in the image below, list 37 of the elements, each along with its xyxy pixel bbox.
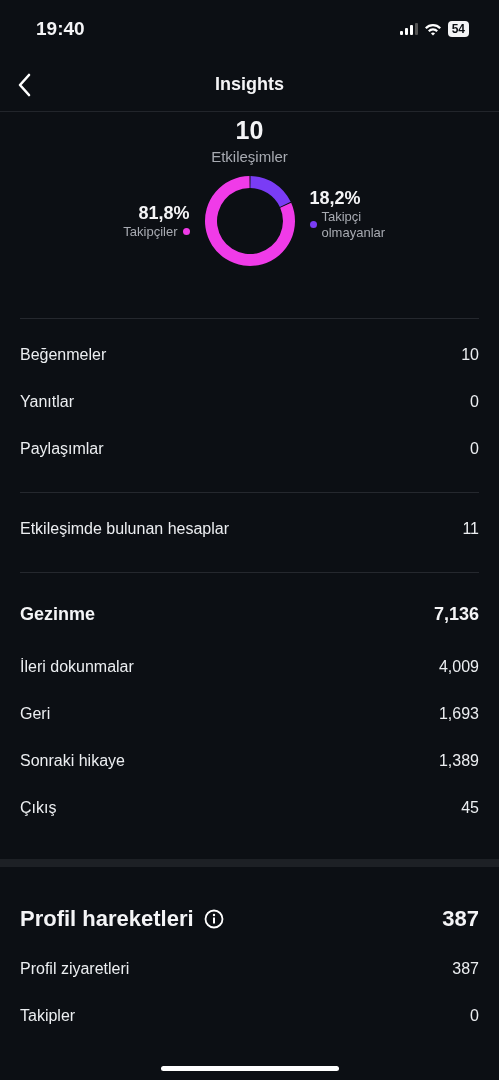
percentage: 81,8%: [138, 202, 190, 224]
metric-label: Sonraki hikaye: [20, 751, 125, 770]
metric-value: 0: [470, 1006, 479, 1025]
metric-label: Etkileşimde bulunan hesaplar: [20, 519, 229, 538]
back-icon: [17, 73, 31, 97]
metric-value: 11: [462, 519, 479, 538]
metric-label: Takipler: [20, 1006, 76, 1025]
metric-value: 45: [461, 798, 479, 817]
interactions-total: 10: [235, 116, 264, 144]
legend-label: Takipçi olmayanlar: [321, 208, 387, 241]
metric-label: Yanıtlar: [20, 392, 74, 411]
section-total: 7,136: [433, 603, 479, 625]
info-icon[interactable]: [203, 909, 224, 929]
metric-label: İleri dokunmalar: [20, 657, 134, 676]
section-title: Gezinme: [20, 603, 96, 625]
metric-value: 0: [470, 392, 479, 411]
percentage: 18,2%: [309, 187, 361, 209]
metric-label: Beğenmeler: [20, 345, 107, 364]
metric-label: Geri: [20, 704, 51, 723]
legend-label: Takipçiler: [123, 223, 178, 240]
section-title: Profil hareketleri: [20, 906, 194, 932]
metric-label: Profil ziyaretleri: [20, 959, 130, 978]
metric-value: 0: [470, 439, 479, 458]
metric-label: Paylaşımlar: [20, 439, 104, 458]
wifi-icon: [423, 22, 442, 36]
metric-value: 1,693: [438, 704, 479, 723]
metric-label: Çıkış: [20, 798, 57, 817]
metric-value: 4,009: [438, 657, 479, 676]
status-time: 19:40: [36, 18, 85, 40]
metric-value: 387: [452, 959, 479, 978]
interactions-label: Etkileşimler: [211, 148, 288, 165]
metric-value: 10: [461, 345, 479, 364]
battery-icon: 54: [447, 21, 469, 37]
page-title: Insights: [215, 74, 284, 95]
metric-value: 1,389: [438, 751, 479, 770]
signal-icon: [399, 23, 418, 35]
section-total: 387: [442, 906, 479, 932]
